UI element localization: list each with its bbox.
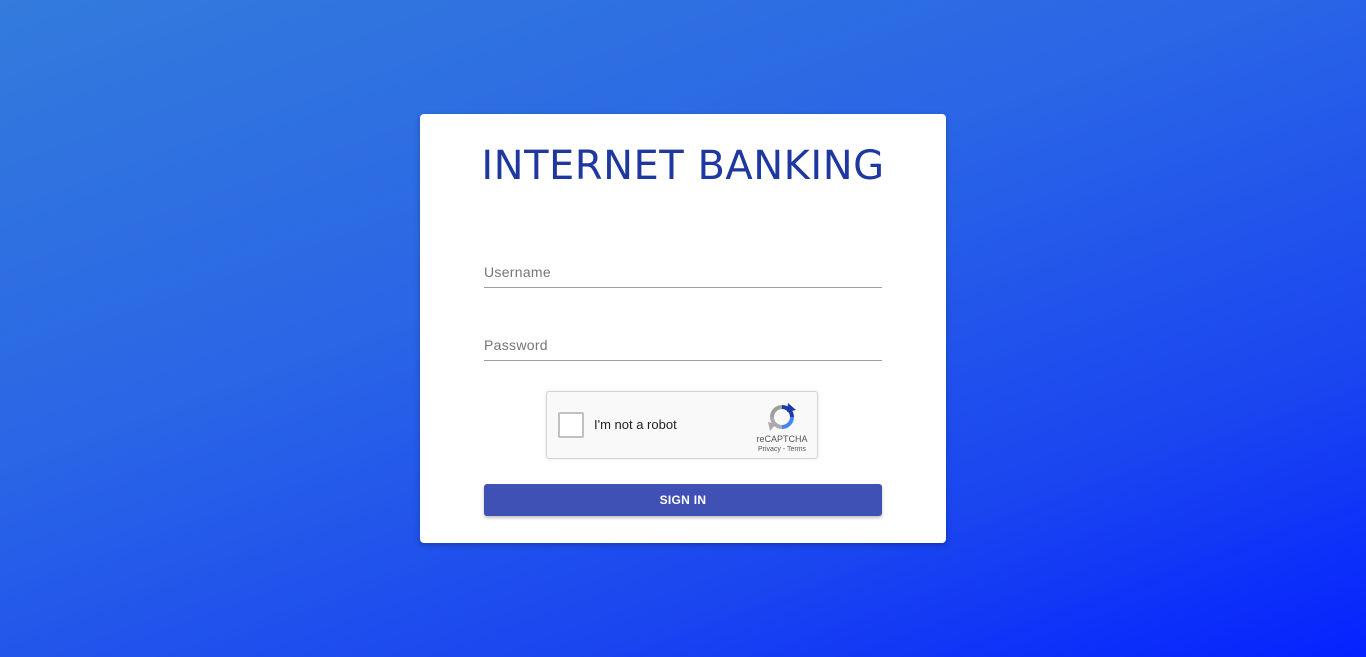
recaptcha-logo-icon — [768, 403, 796, 431]
password-input[interactable] — [484, 330, 882, 360]
recaptcha-checkbox[interactable] — [558, 412, 584, 438]
recaptcha-links: Privacy - Terms — [747, 446, 817, 453]
login-card: INTERNET BANKING I'm not a robot reCAPTC… — [420, 114, 946, 543]
username-field-wrapper — [484, 257, 882, 288]
password-field-wrapper — [484, 330, 882, 361]
recaptcha-privacy-link[interactable]: Privacy — [758, 446, 781, 453]
recaptcha-label: I'm not a robot — [594, 417, 677, 432]
recaptcha-terms-link[interactable]: Terms — [787, 446, 806, 453]
sign-in-button[interactable]: SIGN IN — [484, 484, 882, 516]
page-title: INTERNET BANKING — [481, 143, 885, 189]
username-input[interactable] — [484, 257, 882, 287]
recaptcha-brand: reCAPTCHA — [756, 434, 808, 444]
recaptcha-widget: I'm not a robot reCAPTCHA Privacy - Term… — [546, 391, 818, 459]
